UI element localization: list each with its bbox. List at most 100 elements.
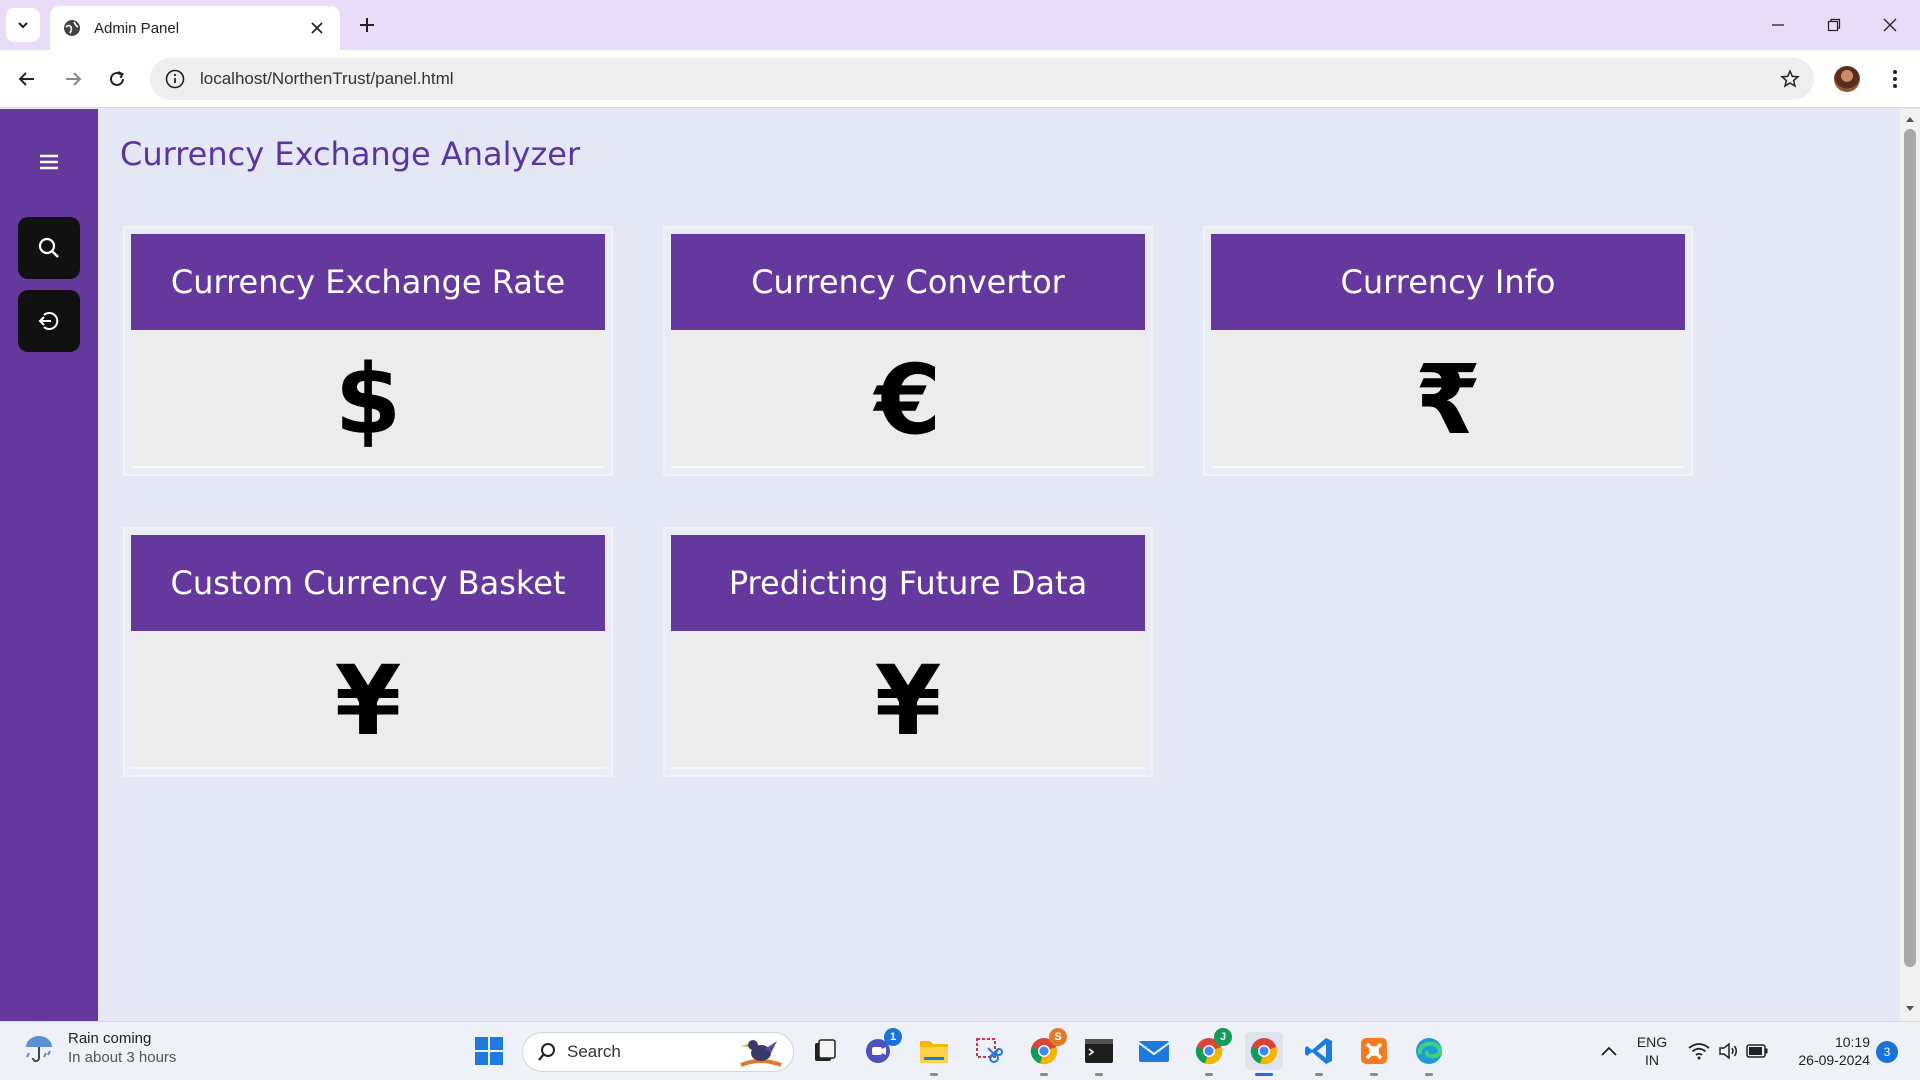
start-button[interactable] <box>470 1032 508 1070</box>
tab-title: Admin Panel <box>94 19 180 37</box>
weather-title: Rain coming <box>68 1030 152 1047</box>
tab-search-button[interactable] <box>6 8 40 42</box>
close-window-button[interactable] <box>1862 0 1918 50</box>
address-bar[interactable]: localhost/NorthenTrust/panel.html <box>150 58 1814 100</box>
taskbar-snipping-tool[interactable] <box>970 1032 1008 1070</box>
scroll-up-arrow[interactable] <box>1904 113 1916 125</box>
star-icon[interactable] <box>1780 69 1800 89</box>
windows-taskbar: Rain coming In about 3 hours Search 1 S <box>0 1021 1920 1080</box>
task-view-icon <box>815 1039 836 1061</box>
battery-icon <box>1746 1044 1768 1058</box>
reload-icon <box>110 71 124 86</box>
card-title: Custom Currency Basket <box>170 564 566 602</box>
browser-tab-strip: Admin Panel <box>0 0 1920 50</box>
taskbar-mail[interactable] <box>1135 1032 1173 1070</box>
arrow-left-icon <box>18 72 34 86</box>
card-title: Currency Exchange Rate <box>170 263 566 301</box>
card-predicting-future-data[interactable]: Predicting Future Data ¥ <box>663 527 1153 777</box>
region-code: IN <box>1645 1052 1659 1068</box>
terminal-icon <box>1085 1039 1113 1063</box>
yen-icon: ¥ <box>874 645 942 757</box>
language-indicator[interactable]: ENG IN <box>1630 1033 1674 1069</box>
weather-widget[interactable]: Rain coming In about 3 hours <box>22 1030 176 1066</box>
rain-umbrella-icon <box>26 1036 52 1062</box>
url-text: localhost/NorthenTrust/panel.html <box>200 69 454 88</box>
notification-badge[interactable]: 3 <box>1876 1041 1898 1063</box>
taskbar-chrome-active[interactable] <box>1245 1032 1283 1076</box>
taskbar-file-explorer[interactable] <box>915 1032 953 1076</box>
taskbar-search-label: Search <box>567 1042 621 1061</box>
browser-toolbar: localhost/NorthenTrust/panel.html <box>0 50 1920 108</box>
restore-icon <box>1827 18 1841 32</box>
card-currency-info[interactable]: Currency Info ₹ <box>1203 226 1693 476</box>
taskbar-terminal[interactable] <box>1080 1032 1118 1076</box>
minimize-icon <box>1772 24 1784 26</box>
hamburger-icon <box>40 154 58 170</box>
globe-icon <box>64 20 80 36</box>
scroll-down-arrow[interactable] <box>1904 1003 1916 1015</box>
card-currency-convertor[interactable]: Currency Convertor € <box>663 226 1153 476</box>
profile-avatar[interactable] <box>1834 66 1860 92</box>
teams-badge: 1 <box>884 1028 902 1046</box>
task-view-button[interactable] <box>805 1032 843 1070</box>
search-icon <box>538 1043 555 1061</box>
language-code: ENG <box>1636 1034 1668 1050</box>
sidebar-logout-button[interactable] <box>18 290 80 352</box>
tab-close-button[interactable] <box>306 17 328 39</box>
snipping-tool-icon <box>976 1038 1003 1063</box>
chrome-profile-badge: J <box>1214 1028 1232 1046</box>
minimize-button[interactable] <box>1750 0 1806 50</box>
card-custom-currency-basket[interactable]: Custom Currency Basket ¥ <box>123 527 613 777</box>
volume-icon <box>1719 1042 1737 1060</box>
taskbar-search[interactable]: Search <box>522 1032 794 1072</box>
sidebar-search-button[interactable] <box>18 217 80 279</box>
taskbar-vscode[interactable] <box>1300 1032 1338 1076</box>
chevron-down-icon <box>18 22 28 29</box>
xampp-icon <box>1361 1038 1387 1064</box>
browser-menu-button[interactable] <box>1880 64 1910 94</box>
more-vertical-icon <box>1893 70 1897 88</box>
wifi-icon <box>1688 1043 1710 1060</box>
sidebar <box>0 109 98 1021</box>
clock[interactable]: 10:19 26-09-2024 <box>1780 1033 1870 1069</box>
search-icon <box>38 237 59 258</box>
back-button[interactable] <box>10 62 44 96</box>
site-info-icon[interactable] <box>164 68 186 90</box>
page-scrollbar[interactable] <box>1900 109 1920 1021</box>
caret-up-icon <box>1906 117 1914 122</box>
chrome-profile-badge: S <box>1049 1028 1067 1046</box>
folder-icon <box>920 1041 948 1063</box>
restore-button[interactable] <box>1806 0 1862 50</box>
reload-button[interactable] <box>100 62 134 96</box>
euro-icon: € <box>874 344 942 456</box>
taskbar-xampp[interactable] <box>1355 1032 1393 1076</box>
close-icon <box>1883 18 1897 32</box>
logout-icon <box>38 312 59 330</box>
taskbar-teams[interactable]: 1 <box>860 1028 902 1070</box>
chevron-up-icon <box>1601 1046 1617 1056</box>
caret-down-icon <box>1906 1006 1914 1011</box>
bird-illustration-icon <box>740 1040 782 1067</box>
card-currency-exchange-rate[interactable]: Currency Exchange Rate $ <box>123 226 613 476</box>
arrow-right-icon <box>66 72 82 86</box>
taskbar-chrome-profile-j[interactable]: J <box>1190 1028 1232 1076</box>
edge-icon <box>1416 1038 1443 1064</box>
tray-overflow-button[interactable] <box>1590 1032 1628 1070</box>
chrome-icon <box>1250 1038 1278 1065</box>
dollar-icon: $ <box>334 344 402 456</box>
mail-icon <box>1138 1041 1170 1062</box>
tray-status-icons[interactable] <box>1680 1032 1776 1070</box>
taskbar-edge[interactable] <box>1410 1032 1448 1076</box>
browser-tab[interactable]: Admin Panel <box>50 6 340 50</box>
card-title: Predicting Future Data <box>728 564 1088 602</box>
taskbar-chrome-profile-s[interactable]: S <box>1025 1028 1067 1076</box>
forward-button[interactable] <box>56 62 90 96</box>
plus-icon <box>360 18 374 32</box>
new-tab-button[interactable] <box>352 10 382 40</box>
page-viewport: Currency Exchange Analyzer Currency Exch… <box>0 109 1920 1021</box>
menu-toggle-button[interactable] <box>34 147 64 177</box>
page-title: Currency Exchange Analyzer <box>120 135 581 173</box>
scrollbar-thumb[interactable] <box>1904 129 1916 967</box>
windows-logo-icon <box>475 1037 503 1065</box>
close-icon <box>311 22 323 34</box>
